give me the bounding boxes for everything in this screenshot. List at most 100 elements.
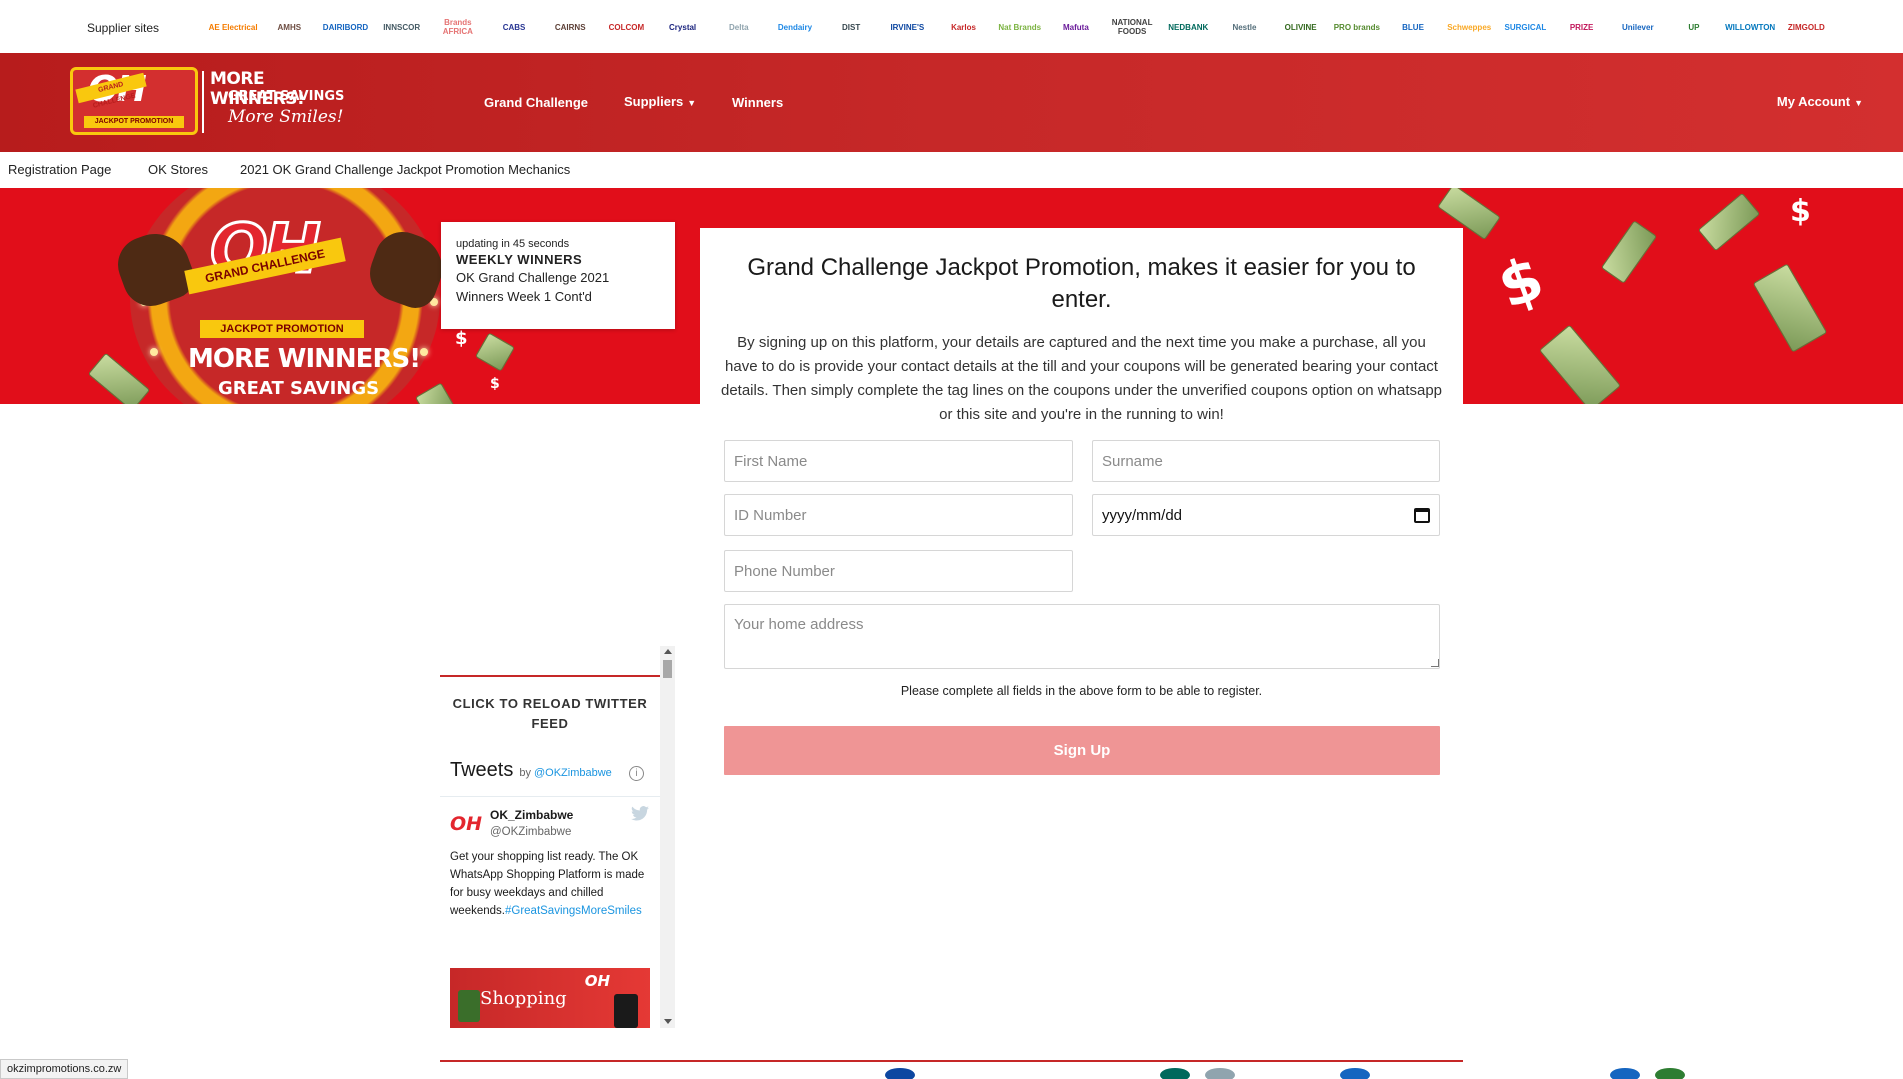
schweppes-logo[interactable]: Schweppes (1441, 7, 1497, 47)
supplier-logo-text: PRO brands (1333, 22, 1380, 32)
caret-down-icon: ▼ (1854, 98, 1863, 108)
supplier-logo-text: NEDBANK (1168, 22, 1209, 32)
my-account-dropdown[interactable]: My Account ▼ (1777, 94, 1863, 109)
nedbank-logo[interactable]: NEDBANK (1160, 7, 1216, 47)
tweets-by-label: by (519, 767, 531, 779)
supplier-logo-text: CAIRNS (554, 22, 586, 32)
first-name-input[interactable] (724, 440, 1073, 482)
dairibord-logo[interactable]: DAIRIBORD (317, 7, 373, 47)
delta-logo[interactable]: Delta (711, 7, 767, 47)
subnav-bar: Registration Page OK Stores 2021 OK Gran… (0, 152, 1903, 188)
tweet-hashtag-link[interactable]: #GreatSavingsMoreSmiles (505, 905, 642, 917)
nav-grand-challenge[interactable]: Grand Challenge (484, 95, 588, 110)
date-of-birth-input[interactable]: yyyy/mm/dd (1092, 494, 1440, 536)
twitter-top-rule (440, 675, 660, 677)
unilever-logo[interactable]: Unilever (1610, 7, 1666, 47)
brand-logo[interactable]: OH GRAND CHALLENGE JACKPOT PROMOTION MOR… (70, 65, 355, 141)
footer-logo (1610, 1068, 1640, 1079)
scrollbar-thumb[interactable] (663, 660, 672, 678)
innscor-logo[interactable]: INNSCOR (374, 7, 430, 47)
light-bulb-icon (150, 348, 158, 356)
id-number-input[interactable] (724, 494, 1073, 536)
willowton-logo[interactable]: WILLOWTON (1722, 7, 1778, 47)
link-registration-page[interactable]: Registration Page (8, 162, 111, 177)
main-navbar: OH GRAND CHALLENGE JACKPOT PROMOTION MOR… (0, 53, 1903, 152)
brand-tagline-3: More Smiles! (228, 107, 344, 127)
tweet-media-caption: Shopping (480, 988, 567, 1009)
avatar[interactable]: OH (450, 810, 482, 838)
surname-input[interactable] (1092, 440, 1440, 482)
reload-twitter-feed-button[interactable]: CLICK TO RELOAD TWITTER FEED (440, 694, 660, 734)
tweet-text: Get your shopping list ready. The OK Wha… (450, 848, 650, 920)
home-address-textarea[interactable] (724, 604, 1440, 669)
olivine-logo[interactable]: OLIVINE (1273, 7, 1329, 47)
zimgold-logo[interactable]: ZIMGOLD (1778, 7, 1834, 47)
banknote-image (1600, 220, 1658, 284)
supplier-logo-text: INNSCOR (383, 22, 421, 32)
banknote-image (1752, 263, 1828, 353)
scroll-down-arrow-icon[interactable] (664, 1019, 672, 1024)
form-completion-note: Please complete all fields in the above … (900, 684, 1263, 698)
status-bar-url: okzimpromotions.co.zw (0, 1059, 129, 1079)
cabs-logo[interactable]: CABS (486, 7, 542, 47)
twitter-feed-widget[interactable]: CLICK TO RELOAD TWITTER FEED Tweets by @… (440, 646, 675, 1028)
weekly-winners-card[interactable]: updating in 45 seconds WEEKLY WINNERS OK… (441, 222, 675, 329)
registration-title: Grand Challenge Jackpot Promotion, makes… (747, 254, 1416, 313)
colcom-logo[interactable]: COLCOM (598, 7, 654, 47)
supplier-bar: Supplier sites AE Electrical AMHS DAIRIBOR… (0, 0, 1903, 53)
national-foods-logo[interactable]: NATIONAL FOODS (1104, 7, 1160, 47)
scroll-up-arrow-icon[interactable] (664, 649, 672, 654)
supplier-logo-text: COLCOM (608, 22, 645, 32)
twitter-scrollbar[interactable] (660, 646, 675, 1028)
brand-divider (202, 71, 204, 133)
supplier-logo-text: AE Electrical (208, 22, 258, 32)
hero-jackpot-strip: JACKPOT PROMOTION (200, 320, 364, 338)
dist-logo[interactable]: DIST (823, 7, 879, 47)
karlos-logo[interactable]: Karlos (935, 7, 991, 47)
up-logo[interactable]: UP (1666, 7, 1722, 47)
supplier-logo-text: NATIONAL FOODS (1111, 18, 1153, 36)
phone-number-input[interactable] (724, 550, 1073, 592)
twitter-bird-icon[interactable] (631, 806, 649, 821)
tweet-author-name[interactable]: OK_Zimbabwe (490, 808, 573, 822)
link-promotion-mechanics[interactable]: 2021 OK Grand Challenge Jackpot Promotio… (240, 162, 570, 177)
calendar-icon[interactable] (1414, 507, 1430, 523)
supplier-logo-text: Nestle (1232, 22, 1257, 32)
supplier-logo-text: DIST (842, 22, 861, 32)
footer-logo (1205, 1068, 1235, 1079)
cairns-logo[interactable]: CAIRNS (542, 7, 598, 47)
nestle-logo[interactable]: Nestle (1216, 7, 1272, 47)
irvines-logo[interactable]: IRVINE'S (879, 7, 935, 47)
mafuta-logo[interactable]: Mafuta (1048, 7, 1104, 47)
dollar-sign-icon: $ (455, 328, 468, 349)
surgical-logo[interactable]: SURGICAL (1497, 7, 1553, 47)
banknote-image (1538, 324, 1622, 404)
brands-africa-logo[interactable]: Brands AFRICA (430, 7, 486, 47)
sign-up-button[interactable]: Sign Up (724, 726, 1440, 775)
crest-logo[interactable]: AMHS (261, 7, 317, 47)
tweets-handle-link[interactable]: @OKZimbabwe (534, 767, 612, 779)
footer-logo (885, 1068, 915, 1079)
prize-logo[interactable]: PRIZE (1554, 7, 1610, 47)
crystal-logo[interactable]: Crystal (655, 7, 711, 47)
supplier-logo-text: Brands AFRICA (442, 18, 473, 36)
footer-logo (1655, 1068, 1685, 1079)
ai-logo[interactable]: AE Electrical (205, 7, 261, 47)
nav-winners[interactable]: Winners (732, 95, 783, 110)
tweet-author-handle[interactable]: @OKZimbabwe (490, 826, 571, 838)
banknote-image (1697, 192, 1761, 252)
pro-brands-logo[interactable]: PRO brands (1329, 7, 1385, 47)
link-ok-stores[interactable]: OK Stores (148, 162, 208, 177)
registration-description: By signing up on this platform, your det… (720, 334, 1443, 423)
supplier-logo-text: Crystal (669, 22, 697, 32)
info-icon[interactable]: i (629, 766, 644, 781)
supplier-logo-text: IRVINE'S (890, 22, 925, 32)
nat-brands-logo[interactable]: Nat Brands (992, 7, 1048, 47)
nav-suppliers-dropdown[interactable]: Suppliers ▼ (624, 94, 696, 109)
footer-logo-row (205, 1068, 1705, 1079)
tweet-media-image[interactable]: Shopping OH (450, 968, 650, 1028)
resize-handle-icon[interactable] (1431, 659, 1439, 667)
blue-ribbon-logo[interactable]: BLUE (1385, 7, 1441, 47)
dendairy-logo[interactable]: Dendairy (767, 7, 823, 47)
my-account-label: My Account (1776, 94, 1851, 109)
